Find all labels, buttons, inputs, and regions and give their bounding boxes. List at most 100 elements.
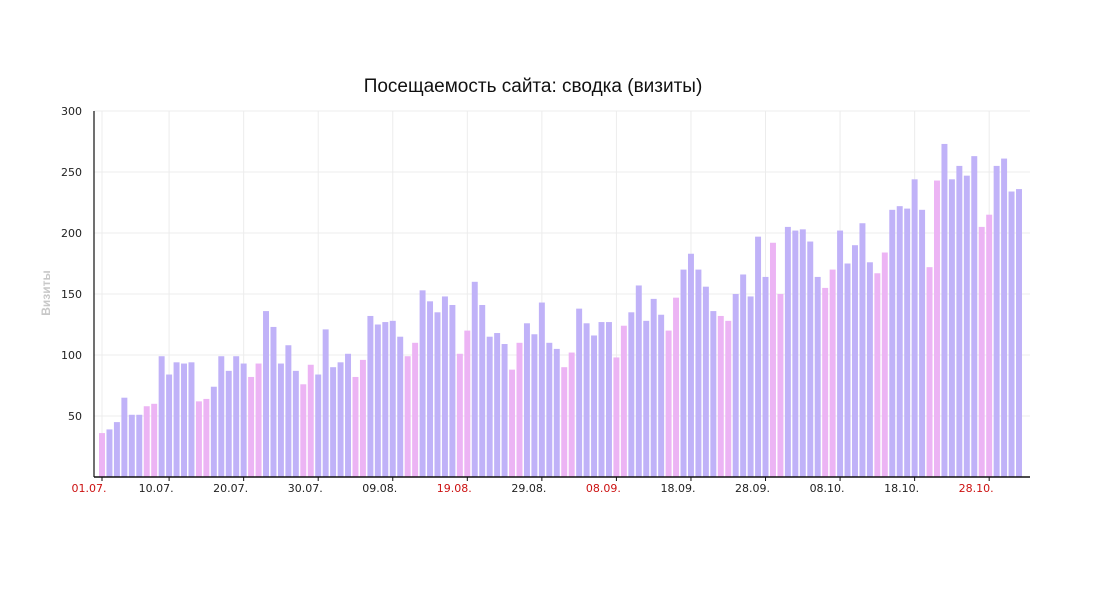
- bar: [620, 325, 627, 477]
- bar: [695, 269, 702, 477]
- bar: [852, 245, 858, 477]
- bar: [673, 297, 680, 477]
- bar: [412, 342, 419, 477]
- bar: [613, 357, 620, 477]
- bar: [456, 353, 463, 477]
- bar: [561, 367, 568, 477]
- bar: [382, 322, 389, 477]
- bar: [166, 374, 173, 477]
- bar: [509, 369, 516, 477]
- x-tick-label: 18.10.: [884, 482, 919, 495]
- bar: [553, 348, 560, 477]
- bar: [277, 363, 284, 477]
- bar: [680, 269, 687, 477]
- bar: [837, 230, 844, 477]
- bar: [725, 320, 732, 477]
- bar: [844, 263, 851, 477]
- y-tick-label: 100: [61, 349, 82, 362]
- bar: [367, 315, 374, 477]
- x-tick-label: 28.09.: [735, 482, 770, 495]
- bar: [151, 403, 158, 477]
- bar: [658, 314, 665, 477]
- bar: [218, 356, 225, 477]
- bar: [374, 324, 381, 477]
- bar: [822, 287, 829, 477]
- bar: [762, 276, 769, 477]
- x-axis-ticks: 01.07. 10.07. 20.07. 30.07. 09.08. 19.08. 29.0…: [72, 482, 994, 495]
- y-tick-label: 300: [61, 105, 82, 118]
- bar: [1001, 158, 1008, 477]
- bar: [769, 242, 776, 477]
- bar: [99, 433, 105, 477]
- bar: [195, 401, 202, 477]
- bar: [747, 296, 754, 477]
- bar: [628, 312, 635, 477]
- bar: [464, 330, 471, 477]
- bar: [687, 253, 694, 477]
- x-tick-label: 29.08.: [511, 482, 546, 495]
- bar: [799, 229, 806, 477]
- bar: [814, 276, 821, 477]
- bar: [650, 298, 657, 477]
- bar: [315, 374, 322, 477]
- bar: [665, 330, 672, 477]
- bar: [963, 175, 970, 477]
- bar: [225, 370, 232, 477]
- x-tick-label: 30.07.: [288, 482, 323, 495]
- bar: [643, 320, 650, 477]
- bar: [583, 323, 590, 477]
- bar: [330, 367, 337, 477]
- bar: [352, 376, 359, 477]
- bar: [993, 165, 1000, 477]
- bar: [1016, 189, 1022, 477]
- bar: [971, 156, 978, 477]
- y-tick-label: 150: [61, 288, 82, 301]
- bar: [210, 386, 217, 477]
- bar: [896, 206, 903, 477]
- bar: [568, 352, 575, 477]
- bar: [792, 230, 799, 477]
- bar: [546, 342, 553, 477]
- x-tick-label: 18.09.: [660, 482, 695, 495]
- bar: [345, 353, 352, 477]
- bar: [203, 398, 210, 477]
- bar: [285, 345, 292, 477]
- bar: [255, 363, 262, 477]
- bar: [538, 302, 545, 477]
- bar: [270, 326, 277, 477]
- x-tick-label: 10.07.: [139, 482, 174, 495]
- bar: [494, 333, 501, 477]
- bar: [919, 209, 926, 477]
- bar: [986, 214, 993, 477]
- y-tick-label: 250: [61, 166, 82, 179]
- bar: [240, 363, 247, 477]
- bar: [710, 311, 717, 477]
- bar: [866, 262, 873, 477]
- x-tick-label: 19.08.: [437, 482, 472, 495]
- bar: [158, 356, 165, 477]
- bar: [956, 165, 963, 477]
- bar: [784, 226, 791, 477]
- bars-layer: [99, 143, 1022, 478]
- bar: [173, 362, 180, 477]
- y-tick-label: 50: [68, 410, 82, 423]
- bar: [188, 362, 195, 477]
- bar: [419, 290, 426, 477]
- bar: [598, 322, 605, 477]
- bar: [889, 209, 896, 477]
- bar: [1008, 191, 1015, 477]
- x-tick-label: 08.10.: [810, 482, 845, 495]
- bar: [911, 179, 918, 477]
- bar: [859, 223, 866, 477]
- bar: [881, 252, 888, 477]
- x-tick-label: 01.07.: [72, 482, 107, 495]
- bar: [829, 269, 836, 477]
- bar: [337, 362, 344, 477]
- bar: [874, 273, 881, 477]
- y-axis-ticks: 50 100 150 200 250 300: [61, 105, 82, 423]
- bar: [434, 312, 441, 477]
- bar: [926, 267, 933, 477]
- bar: [389, 320, 396, 477]
- bar: [904, 208, 911, 477]
- y-tick-label: 200: [61, 227, 82, 240]
